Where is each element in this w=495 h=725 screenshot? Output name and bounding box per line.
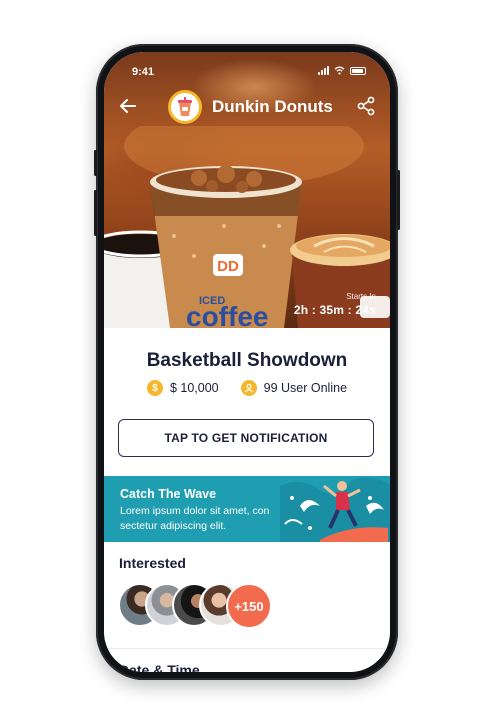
online-info: 99 User Online: [240, 380, 348, 396]
countdown-value: 2h : 35m : 24s: [293, 303, 376, 317]
banner-title: Catch The Wave: [120, 487, 217, 501]
app-screen: DD ICED coffee 9:41 Dunkin Donuts Starts…: [104, 52, 390, 672]
online-count: 99 User Online: [263, 381, 348, 395]
phone-side-button: [94, 150, 97, 176]
user-icon: [240, 380, 257, 396]
banner-text: Lorem ipsum dolor sit amet, con sectetur…: [120, 505, 270, 532]
hero-image: DD ICED coffee 9:41 Dunkin Donuts Starts…: [104, 52, 390, 328]
share-icon[interactable]: [356, 96, 376, 116]
more-interested-badge[interactable]: +150: [226, 583, 272, 629]
date-time-title: Date & Time: [119, 662, 200, 672]
dollar-coin-icon: $: [146, 380, 163, 396]
notify-button[interactable]: TAP TO GET NOTIFICATION: [118, 419, 374, 457]
status-icons: [318, 66, 366, 75]
svg-text:coffee: coffee: [186, 301, 268, 328]
svg-text:DD: DD: [217, 258, 239, 275]
event-meta: $ $ 10,000 99 User Online: [104, 380, 390, 396]
countdown-label: Starts In: [346, 292, 376, 301]
brand-logo: [168, 90, 202, 124]
arrow-left-icon[interactable]: [118, 96, 138, 116]
coffee-cup-icon: [178, 97, 192, 116]
surfer-illustration: [280, 477, 390, 542]
section-divider: [104, 648, 390, 649]
top-bar: Dunkin Donuts: [104, 90, 390, 126]
prize-info: $ $ 10,000: [146, 380, 219, 396]
phone-side-button: [94, 190, 97, 236]
prize-amount: $ 10,000: [169, 381, 219, 395]
countdown: Starts In 2h : 35m : 24s: [294, 292, 376, 317]
phone-side-button: [397, 170, 400, 230]
event-title: Basketball Showdown: [146, 350, 348, 371]
interested-title: Interested: [119, 555, 186, 571]
status-time: 9:41: [132, 66, 155, 78]
battery-icon: [350, 66, 366, 75]
brand-name: Dunkin Donuts: [212, 97, 333, 116]
status-bar: 9:41: [104, 52, 390, 90]
promo-banner[interactable]: Catch The Wave Lorem ipsum dolor sit ame…: [104, 476, 390, 542]
wifi-icon: [334, 66, 345, 75]
cellular-signal-icon: [318, 66, 329, 75]
